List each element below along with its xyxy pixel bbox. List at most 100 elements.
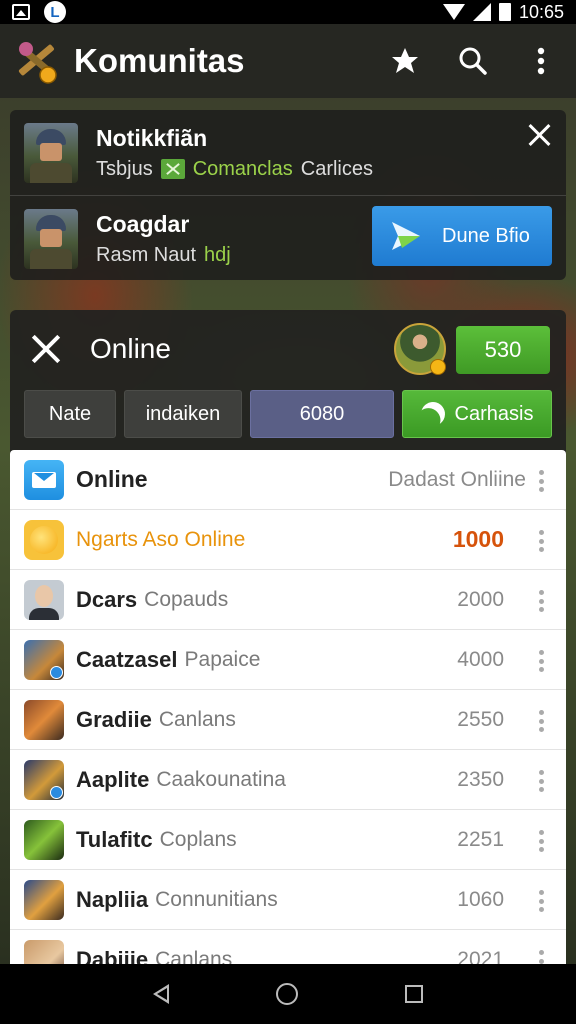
mail-icon	[24, 459, 64, 500]
notification-sub-prefix: Tsbjus	[96, 157, 153, 180]
more-vert-icon[interactable]	[538, 650, 544, 672]
home-icon[interactable]	[275, 983, 298, 1005]
more-vert-icon[interactable]	[538, 590, 544, 612]
list-item-sub: Copauds	[144, 587, 229, 611]
tab-6080[interactable]: 6080	[250, 390, 394, 438]
list-item[interactable]: Caatzasel Papaice 4000	[10, 630, 566, 690]
soldier-avatar	[24, 122, 78, 183]
status-time: 10:65	[518, 1, 564, 22]
list-item-value: 2021	[457, 947, 504, 965]
notification-item[interactable]: Coagdar Rasm Naut hdj Dune Bfio	[10, 196, 566, 281]
list-item[interactable]: Gradiie Canlans 2550	[10, 690, 566, 750]
list-item-name: Ngarts Aso Online	[76, 527, 246, 551]
list-item-sub: Caakounatina	[156, 767, 286, 791]
notification-sub-highlight: hdj	[204, 243, 231, 266]
game-avatar	[24, 879, 64, 920]
tab-indaiken[interactable]: indaiken	[124, 390, 242, 438]
crossed-swords-logo	[10, 35, 62, 87]
more-vert-icon[interactable]	[538, 530, 544, 552]
notification-card: Notikkfiãn Tsbjus Comanclas Carlices Coa…	[10, 110, 566, 280]
notification-action-button[interactable]: Dune Bfio	[372, 206, 552, 266]
system-nav-bar	[0, 964, 576, 1024]
list-item[interactable]: Tulafitc Coplans 2251	[10, 810, 566, 870]
notification-sub-highlight: Comanclas	[192, 157, 293, 180]
game-avatar	[24, 639, 64, 680]
list-item-value: 2350	[457, 767, 504, 791]
moon-icon	[416, 398, 449, 431]
notification-sub-suffix: Carlices	[300, 157, 373, 180]
more-vert-icon[interactable]	[526, 46, 556, 76]
list-item-value: 2251	[457, 827, 504, 851]
badge-icon	[50, 665, 63, 679]
online-panel: Online 530 Nate indaiken 6080 Carhasis	[10, 310, 566, 460]
notification-sub-prefix: Rasm Naut	[96, 243, 197, 266]
list-item-name: Aaplite	[76, 766, 150, 792]
app-notification-icon: L	[44, 1, 66, 23]
list-item-name: Caatzasel	[76, 646, 178, 672]
list-item-value: 1000	[452, 526, 504, 552]
list-item[interactable]: Napliia Connunitians 1060	[10, 870, 566, 930]
status-bar: L 10:65	[0, 0, 576, 24]
star-badge-icon[interactable]	[390, 46, 420, 76]
coin-icon	[430, 359, 446, 375]
page-title: Komunitas	[74, 42, 245, 79]
list-item-value: 1060	[457, 887, 504, 911]
online-list: Online Dadast Onliine Ngarts Aso Online …	[10, 450, 566, 964]
game-avatar	[24, 939, 64, 964]
list-item-sub: Papaice	[184, 647, 261, 671]
list-item-sub: Connunitians	[155, 887, 278, 911]
player-avatar[interactable]	[394, 323, 446, 375]
list-item-sub: Canlans	[155, 947, 233, 965]
notification-item[interactable]: Notikkfiãn Tsbjus Comanclas Carlices	[10, 110, 566, 195]
online-count-button[interactable]: 530	[456, 326, 550, 374]
online-title: Online	[90, 333, 171, 364]
more-vert-icon[interactable]	[538, 710, 544, 732]
list-item[interactable]: Aaplite Caakounatina 2350	[10, 750, 566, 810]
tab-label: Carhasis	[454, 402, 534, 425]
game-avatar	[24, 759, 64, 800]
list-header-value: Dadast Onliine	[388, 467, 526, 491]
tag-icon	[160, 159, 185, 179]
list-item-sub: Coplans	[159, 827, 237, 851]
filter-tabs: Nate indaiken 6080 Carhasis	[24, 390, 552, 438]
notification-button-label: Dune Bfio	[442, 224, 530, 247]
more-vert-icon[interactable]	[538, 770, 544, 792]
user-avatar	[24, 579, 64, 620]
notification-title: Coagdar	[96, 210, 190, 237]
list-item[interactable]: Dabiiie Canlans 2021	[10, 930, 566, 964]
more-vert-icon[interactable]	[538, 890, 544, 912]
notification-title: Notikkfiãn	[96, 124, 208, 151]
more-vert-icon[interactable]	[538, 470, 544, 492]
list-item[interactable]: Dcars Copauds 2000	[10, 570, 566, 630]
list-item-value: 4000	[457, 647, 504, 671]
close-icon[interactable]	[526, 122, 552, 148]
recent-apps-icon[interactable]	[404, 985, 423, 1003]
list-item-name: Tulafitc	[76, 826, 153, 852]
app-bar: Komunitas	[0, 24, 576, 98]
more-vert-icon[interactable]	[538, 950, 544, 964]
back-icon[interactable]	[153, 984, 170, 1004]
list-item-highlight[interactable]: Ngarts Aso Online 1000	[10, 510, 566, 570]
wifi-icon	[442, 4, 465, 20]
tab-carhasis[interactable]: Carhasis	[402, 390, 552, 438]
game-avatar	[24, 699, 64, 740]
badge-icon	[50, 785, 63, 799]
search-icon[interactable]	[458, 46, 488, 76]
list-header-title: Online	[76, 466, 148, 492]
coin-icon	[24, 519, 64, 560]
list-header[interactable]: Online Dadast Onliine	[10, 450, 566, 510]
list-item-value: 2000	[457, 587, 504, 611]
signal-icon	[472, 3, 491, 21]
paper-plane-icon	[388, 218, 424, 254]
tab-nate[interactable]: Nate	[24, 390, 116, 438]
game-avatar	[24, 819, 64, 860]
gallery-icon	[12, 4, 30, 20]
list-item-name: Napliia	[76, 886, 149, 912]
list-item-sub: Canlans	[158, 707, 236, 731]
close-icon[interactable]	[30, 333, 62, 365]
list-item-value: 2550	[457, 707, 504, 731]
list-item-name: Dcars	[76, 586, 138, 612]
list-item-name: Dabiiie	[76, 946, 149, 965]
soldier-avatar	[24, 208, 78, 269]
more-vert-icon[interactable]	[538, 830, 544, 852]
